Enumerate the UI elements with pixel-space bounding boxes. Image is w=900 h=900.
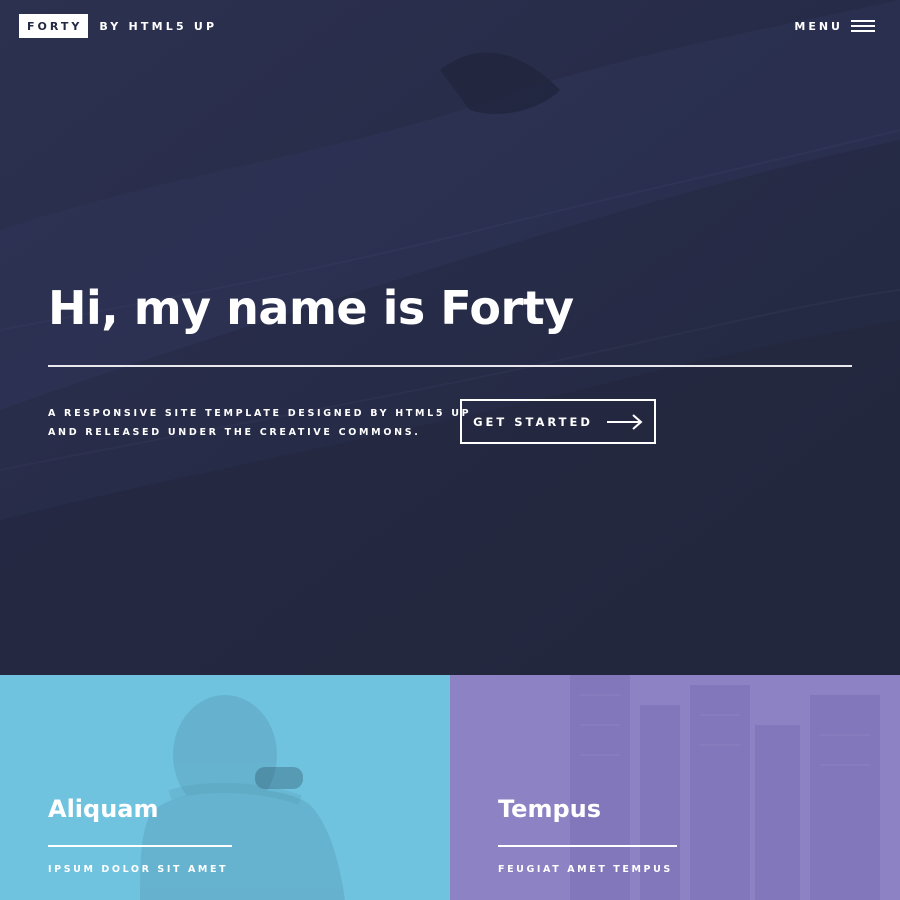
hero-background-image <box>0 0 900 675</box>
tile-aliquam-title: Aliquam <box>48 795 159 823</box>
hero-banner: Hi, my name is Forty A RESPONSIVE SITE T… <box>0 0 900 675</box>
tile-tempus-subtitle: FEUGIAT AMET TEMPUS <box>498 864 673 875</box>
tile-tempus-title: Tempus <box>498 795 602 823</box>
get-started-label: GET STARTED <box>473 414 593 429</box>
arrow-right-icon <box>606 413 643 430</box>
brand[interactable]: FORTY BY HTML5 UP <box>19 14 217 38</box>
hero-description-line-2: AND RELEASED UNDER THE CREATIVE COMMONS. <box>48 427 421 438</box>
hamburger-icon <box>851 20 875 32</box>
get-started-button[interactable]: GET STARTED <box>460 399 656 444</box>
menu-button[interactable]: MENU <box>794 20 875 33</box>
tile-aliquam-subtitle: IPSUM DOLOR SIT AMET <box>48 864 229 875</box>
tile-aliquam-divider <box>48 845 232 847</box>
page: Hi, my name is Forty A RESPONSIVE SITE T… <box>0 0 900 900</box>
hero-title: Hi, my name is Forty <box>48 281 574 335</box>
tile-aliquam[interactable]: Aliquam IPSUM DOLOR SIT AMET <box>0 675 450 900</box>
site-header: FORTY BY HTML5 UP MENU <box>0 0 900 52</box>
hero-description-line-1: A RESPONSIVE SITE TEMPLATE DESIGNED BY H… <box>48 408 472 419</box>
menu-label: MENU <box>794 19 843 33</box>
hero-description: A RESPONSIVE SITE TEMPLATE DESIGNED BY H… <box>48 404 471 442</box>
tile-tempus-divider <box>498 845 677 847</box>
logo[interactable]: FORTY <box>19 14 89 38</box>
hero-divider <box>48 365 852 367</box>
logo-byline: BY HTML5 UP <box>99 19 218 33</box>
tile-tempus[interactable]: Tempus FEUGIAT AMET TEMPUS <box>450 675 900 900</box>
